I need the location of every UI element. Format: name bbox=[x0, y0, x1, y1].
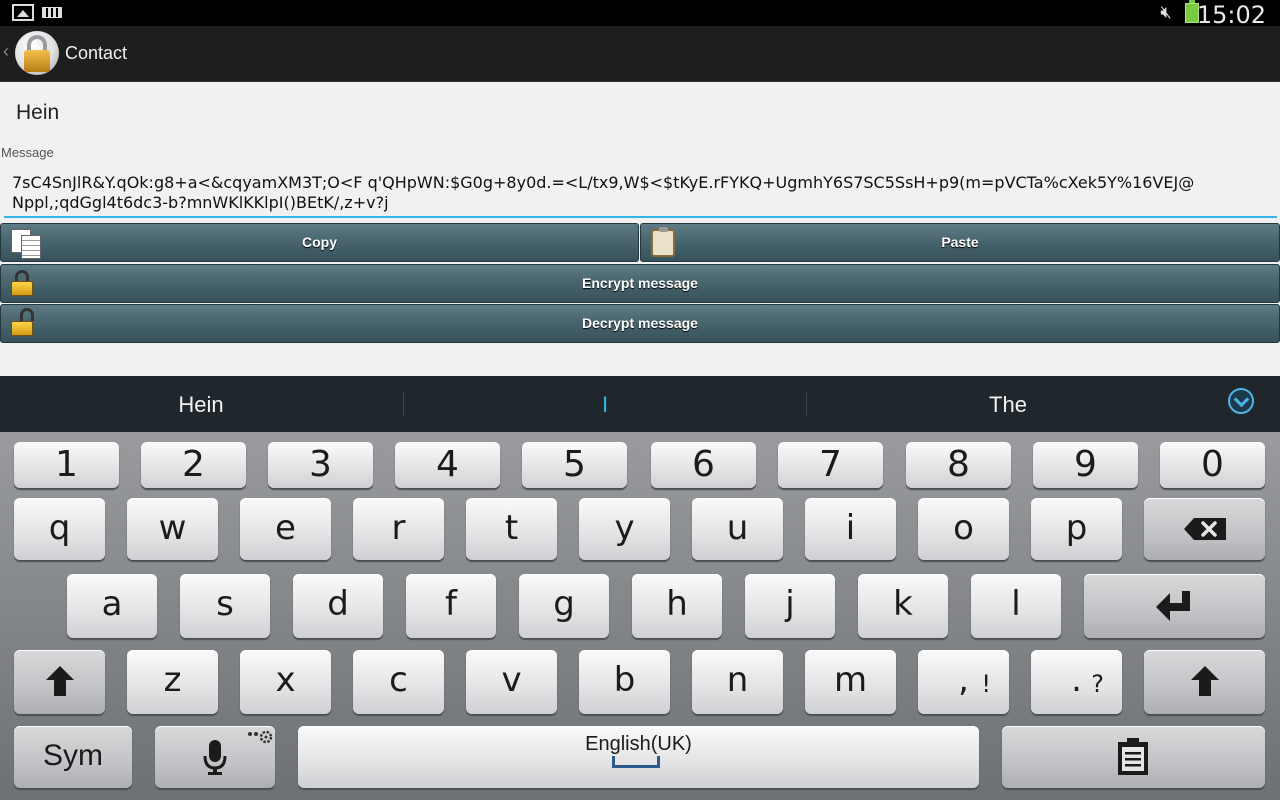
key-x[interactable]: x bbox=[240, 650, 331, 714]
shift-key-right[interactable] bbox=[1144, 650, 1265, 714]
encrypt-label: Encrypt message bbox=[582, 275, 698, 291]
key-g[interactable]: g bbox=[519, 574, 609, 638]
copy-icon bbox=[11, 229, 41, 259]
status-bar: 🔇︎ 15:02 bbox=[0, 0, 1280, 29]
key-u[interactable]: u bbox=[692, 498, 783, 560]
key-0[interactable]: 0 bbox=[1160, 442, 1265, 488]
settings-icon bbox=[248, 730, 273, 744]
language-label: English(UK) bbox=[585, 733, 692, 755]
expand-icon[interactable] bbox=[1228, 388, 1254, 414]
key-4[interactable]: 4 bbox=[395, 442, 500, 488]
suggestion-strip: Hein I The bbox=[0, 376, 1280, 432]
key-c[interactable]: c bbox=[353, 650, 444, 714]
contact-name: Hein bbox=[16, 101, 60, 124]
suggestion-item[interactable]: Hein bbox=[0, 392, 402, 418]
key-v[interactable]: v bbox=[466, 650, 557, 714]
key-l[interactable]: l bbox=[971, 574, 1061, 638]
keyboard: 1 2 3 4 5 6 7 8 9 0 q w e r t y u i o p … bbox=[0, 432, 1280, 800]
key-j[interactable]: j bbox=[745, 574, 835, 638]
key-n[interactable]: n bbox=[692, 650, 783, 714]
key-d[interactable]: d bbox=[293, 574, 383, 638]
key-f[interactable]: f bbox=[406, 574, 496, 638]
copy-button[interactable]: Copy bbox=[0, 223, 639, 262]
sym-key[interactable]: Sym bbox=[14, 726, 132, 788]
lock-icon bbox=[11, 270, 33, 296]
message-field[interactable]: 7sC4SnJlR&Y.qOk:g8+a<&cqyamXM3T;O<F q'QH… bbox=[4, 168, 1277, 218]
comma-sub: ! bbox=[981, 670, 991, 698]
app-lock-icon[interactable] bbox=[15, 31, 59, 75]
key-b[interactable]: b bbox=[579, 650, 670, 714]
suggestion-item[interactable]: I bbox=[404, 392, 806, 418]
key-q[interactable]: q bbox=[14, 498, 105, 560]
mic-icon bbox=[203, 740, 227, 775]
period-main: . bbox=[1071, 660, 1082, 700]
key-o[interactable]: o bbox=[918, 498, 1009, 560]
page-title: Contact bbox=[65, 43, 128, 63]
key-z[interactable]: z bbox=[127, 650, 218, 714]
enter-icon bbox=[1156, 591, 1190, 621]
unlock-icon bbox=[11, 308, 34, 336]
comma-main: , bbox=[958, 660, 969, 700]
decrypt-button[interactable]: Decrypt message bbox=[0, 304, 1280, 343]
key-m[interactable]: m bbox=[805, 650, 896, 714]
key-2[interactable]: 2 bbox=[141, 442, 246, 488]
lock-body bbox=[24, 50, 50, 72]
key-t[interactable]: t bbox=[466, 498, 557, 560]
key-e[interactable]: e bbox=[240, 498, 331, 560]
clipboard-key[interactable] bbox=[1002, 726, 1265, 788]
clock: 15:02 bbox=[1196, 1, 1266, 29]
paste-label: Paste bbox=[941, 234, 979, 250]
voice-key[interactable] bbox=[155, 726, 275, 788]
key-9[interactable]: 9 bbox=[1033, 442, 1138, 488]
key-i[interactable]: i bbox=[805, 498, 896, 560]
period-key[interactable]: . ? bbox=[1031, 650, 1122, 714]
back-chevron-icon[interactable]: ‹ bbox=[3, 41, 9, 62]
suggestion-item[interactable]: The bbox=[807, 392, 1209, 418]
message-label: Message bbox=[1, 145, 54, 160]
key-r[interactable]: r bbox=[353, 498, 444, 560]
paste-button[interactable]: Paste bbox=[640, 223, 1280, 262]
shift-icon bbox=[1191, 666, 1219, 696]
paste-icon bbox=[651, 227, 675, 257]
decrypt-label: Decrypt message bbox=[582, 315, 698, 331]
key-s[interactable]: s bbox=[180, 574, 270, 638]
shift-key-left[interactable] bbox=[14, 650, 105, 714]
key-6[interactable]: 6 bbox=[651, 442, 756, 488]
key-1[interactable]: 1 bbox=[14, 442, 119, 488]
key-y[interactable]: y bbox=[579, 498, 670, 560]
key-h[interactable]: h bbox=[632, 574, 722, 638]
encrypt-button[interactable]: Encrypt message bbox=[0, 264, 1280, 303]
key-3[interactable]: 3 bbox=[268, 442, 373, 488]
comma-key[interactable]: , ! bbox=[918, 650, 1009, 714]
copy-label: Copy bbox=[302, 234, 337, 250]
clipboard-icon bbox=[1118, 738, 1148, 775]
enter-key[interactable] bbox=[1084, 574, 1265, 638]
key-p[interactable]: p bbox=[1031, 498, 1122, 560]
backspace-icon bbox=[1184, 518, 1226, 540]
image-icon bbox=[12, 4, 34, 21]
key-5[interactable]: 5 bbox=[522, 442, 627, 488]
mute-icon: 🔇︎ bbox=[1160, 2, 1172, 22]
key-k[interactable]: k bbox=[858, 574, 948, 638]
key-w[interactable]: w bbox=[127, 498, 218, 560]
action-bar: ‹ Contact bbox=[0, 26, 1280, 82]
shift-icon bbox=[46, 666, 74, 696]
backspace-key[interactable] bbox=[1144, 498, 1265, 560]
space-bar-icon bbox=[612, 756, 660, 768]
key-a[interactable]: a bbox=[67, 574, 157, 638]
period-sub: ? bbox=[1091, 670, 1104, 698]
key-8[interactable]: 8 bbox=[906, 442, 1011, 488]
keyboard-icon bbox=[42, 7, 62, 18]
space-key[interactable]: English(UK) bbox=[298, 726, 979, 788]
key-7[interactable]: 7 bbox=[778, 442, 883, 488]
